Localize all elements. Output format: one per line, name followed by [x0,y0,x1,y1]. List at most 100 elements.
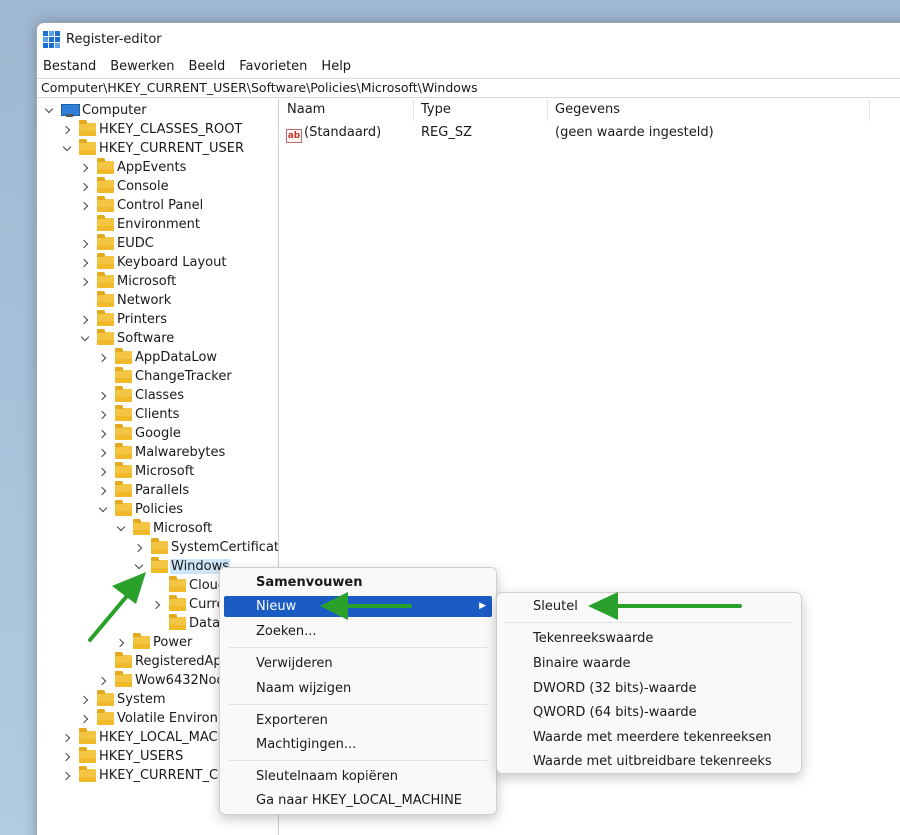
chevron-right-icon[interactable] [97,485,109,497]
tree-item-systemcertificates[interactable]: SystemCertificates [133,538,278,557]
tree-item-network[interactable]: Network [79,291,172,310]
chevron-down-icon[interactable] [97,504,109,516]
chevron-down-icon[interactable] [43,105,55,117]
tree-item-microsoft[interactable]: Microsoft [79,272,177,291]
chevron-right-icon[interactable] [97,675,109,687]
column-header-type[interactable]: Type [414,99,548,121]
table-row[interactable]: ab (Standaard) REG_SZ (geen waarde ingest… [280,123,880,143]
column-header-data[interactable]: Gegevens [548,99,870,121]
submenu-item-key[interactable]: Sleutel [501,596,797,617]
chevron-down-icon[interactable] [133,561,145,573]
menu-item-goto-hklm[interactable]: Ga naar HKEY_LOCAL_MACHINE [224,790,492,811]
menu-item-new[interactable]: Nieuw ▶ [224,596,492,617]
tree-item-printers[interactable]: Printers [79,310,168,329]
tree-item-wow6432node[interactable]: Wow6432Node [97,671,234,690]
tree-item-volatile-environment[interactable]: Volatile Environm [79,709,232,728]
chevron-right-icon[interactable] [97,428,109,440]
tree-item-keyboard-layout[interactable]: Keyboard Layout [79,253,227,272]
menu-item-export[interactable]: Exporteren [224,710,492,731]
menu-item-rename[interactable]: Naam wijzigen [224,678,492,699]
chevron-right-icon[interactable] [79,276,91,288]
tree-item-hkcr[interactable]: HKEY_CLASSES_ROOT [61,120,243,139]
tree-item-classes[interactable]: Classes [97,386,185,405]
tree-item-environment[interactable]: Environment [79,215,201,234]
tree-item-power[interactable]: Power [115,633,193,652]
value-data-cell: (geen waarde ingesteld) [555,125,714,140]
chevron-right-icon[interactable] [61,732,73,744]
chevron-right-icon[interactable] [79,694,91,706]
string-value-icon: ab [286,129,302,143]
chevron-right-icon[interactable] [97,409,109,421]
tree-item-console[interactable]: Console [79,177,170,196]
menu-bewerken[interactable]: Bewerken [110,59,174,74]
folder-icon [97,215,114,231]
submenu-item-string-value[interactable]: Tekenreekswaarde [501,628,797,649]
tree-item-hkcu[interactable]: HKEY_CURRENT_USER [61,139,245,158]
tree-item-system[interactable]: System [79,690,166,709]
chevron-right-icon[interactable] [79,181,91,193]
chevron-right-icon[interactable] [97,352,109,364]
menu-item-find[interactable]: Zoeken... [224,621,492,642]
menu-item-delete[interactable]: Verwijderen [224,653,492,674]
chevron-right-icon[interactable] [97,466,109,478]
submenu-item-expandable-string-value[interactable]: Waarde met uitbreidbare tekenreeks [501,751,797,772]
address-bar[interactable]: Computer\HKEY_CURRENT_USER\Software\Poli… [37,78,900,98]
chevron-right-icon[interactable] [61,770,73,782]
tree-item-appdatalow[interactable]: AppDataLow [97,348,218,367]
chevron-right-icon[interactable] [79,314,91,326]
chevron-right-icon[interactable] [97,390,109,402]
chevron-right-icon[interactable] [115,637,127,649]
tree-item-appevents[interactable]: AppEvents [79,158,187,177]
chevron-down-icon[interactable] [79,333,91,345]
tree-item-cloud[interactable]: Clouc [151,576,226,595]
menu-bestand[interactable]: Bestand [43,59,96,74]
tree-item-software[interactable]: Software [79,329,175,348]
chevron-right-icon[interactable] [79,200,91,212]
chevron-right-icon[interactable] [61,751,73,763]
tree-item-malwarebytes[interactable]: Malwarebytes [97,443,226,462]
tree-item-windows[interactable]: Windows [133,557,231,576]
chevron-down-icon[interactable] [61,143,73,155]
tree-item-registeredapplications[interactable]: RegisteredApp [97,652,231,671]
tree-item-hkcc[interactable]: HKEY_CURRENT_CON [61,766,239,785]
menu-beeld[interactable]: Beeld [188,59,225,74]
tree-item-clients[interactable]: Clients [97,405,180,424]
submenu-item-dword-value[interactable]: DWORD (32 bits)-waarde [501,678,797,699]
value-type-cell: REG_SZ [421,125,472,140]
chevron-down-icon[interactable] [115,523,127,535]
menu-help[interactable]: Help [321,59,351,74]
chevron-right-icon[interactable] [133,542,145,554]
tree-item-policies[interactable]: Policies [97,500,184,519]
folder-icon [115,652,132,668]
window-title: Register-editor [66,31,162,47]
tree-item-computer[interactable]: Computer [43,101,148,120]
folder-icon [79,120,96,136]
menu-item-copy-key-name[interactable]: Sleutelnaam kopiëren [224,766,492,787]
menu-item-collapse[interactable]: Samenvouwen [224,572,492,593]
chevron-right-icon[interactable] [79,162,91,174]
folder-icon [151,557,168,573]
submenu-item-qword-value[interactable]: QWORD (64 bits)-waarde [501,702,797,723]
tree-item-control-panel[interactable]: Control Panel [79,196,204,215]
submenu-item-binary-value[interactable]: Binaire waarde [501,653,797,674]
tree-item-eudc[interactable]: EUDC [79,234,155,253]
tree-item-google[interactable]: Google [97,424,182,443]
tree-item-hklm[interactable]: HKEY_LOCAL_MACHI [61,728,232,747]
tree-item-changetracker[interactable]: ChangeTracker [97,367,233,386]
menu-item-permissions[interactable]: Machtigingen... [224,734,492,755]
chevron-right-icon[interactable] [79,238,91,250]
chevron-right-icon[interactable] [61,124,73,136]
chevron-right-icon[interactable] [151,599,163,611]
chevron-right-icon[interactable] [79,257,91,269]
tree-item-hku[interactable]: HKEY_USERS [61,747,184,766]
tree-item-parallels[interactable]: Parallels [97,481,190,500]
menu-favorieten[interactable]: Favorieten [239,59,307,74]
submenu-item-multi-string-value[interactable]: Waarde met meerdere tekenreeksen [501,727,797,748]
chevron-right-icon[interactable] [79,713,91,725]
chevron-right-icon[interactable] [97,447,109,459]
tree-item-microsoft-software[interactable]: Microsoft [97,462,195,481]
computer-icon [61,104,80,117]
column-header-name[interactable]: Naam [280,99,414,121]
tree-item-current[interactable]: Curre [151,595,226,614]
tree-item-microsoft-policies[interactable]: Microsoft [115,519,213,538]
